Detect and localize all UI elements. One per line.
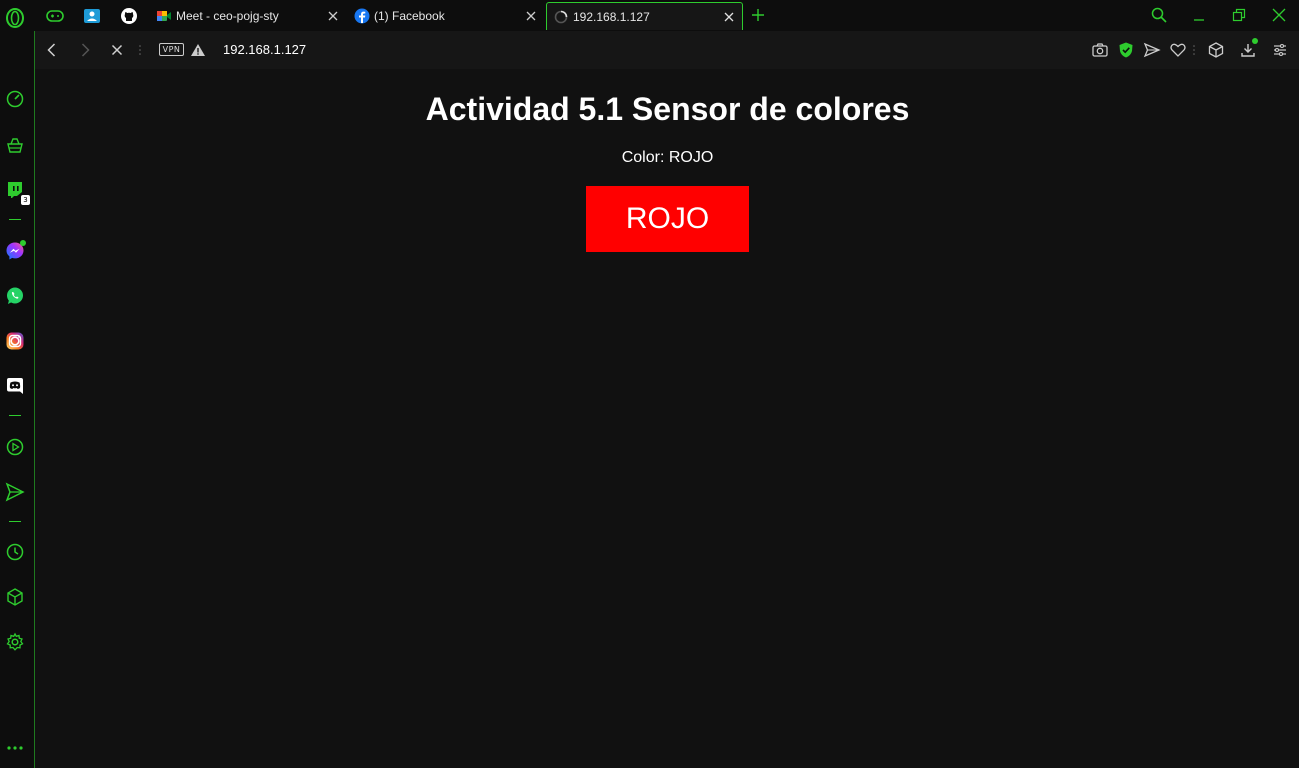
github-icon[interactable]	[118, 5, 140, 27]
game-controller-icon[interactable]	[44, 5, 66, 27]
more-options-icon[interactable]	[5, 738, 25, 758]
contacts-icon[interactable]	[81, 5, 103, 27]
minimize-window-icon[interactable]	[1190, 6, 1208, 24]
speed-dial-icon[interactable]	[5, 89, 25, 109]
settings-gear-icon[interactable]	[5, 632, 25, 652]
back-button-icon[interactable]	[43, 41, 61, 59]
tab-active-page[interactable]: 192.168.1.127	[546, 2, 743, 30]
vpn-button[interactable]: VPN	[159, 43, 184, 56]
url-field[interactable]: 192.168.1.127	[223, 42, 306, 57]
facebook-icon	[354, 8, 370, 24]
extensions-cube-icon[interactable]	[1207, 41, 1225, 59]
shopping-bag-icon[interactable]	[5, 135, 25, 155]
tab-label: Meet - ceo-pojg-sty	[176, 9, 279, 23]
tab-meet[interactable]: Meet - ceo-pojg-sty	[150, 2, 346, 30]
web-page-content: Actividad 5.1 Sensor de colores Color: R…	[36, 69, 1299, 768]
search-tabs-icon[interactable]	[1150, 6, 1168, 24]
history-clock-icon[interactable]	[5, 542, 25, 562]
close-tab-icon[interactable]	[326, 9, 340, 23]
twitch-notification-badge: 3	[21, 195, 30, 205]
sidebar-divider	[9, 521, 21, 522]
send-flow-icon[interactable]	[5, 482, 25, 502]
sidebar-divider	[9, 219, 21, 220]
discord-icon[interactable]	[5, 376, 25, 396]
download-complete-dot	[1252, 38, 1258, 44]
instagram-icon[interactable]	[5, 331, 25, 351]
send-to-flow-icon[interactable]	[1143, 41, 1161, 59]
close-window-icon[interactable]	[1270, 6, 1288, 24]
tab-facebook[interactable]: (1) Facebook	[348, 2, 544, 30]
bookmark-heart-icon[interactable]	[1169, 41, 1187, 59]
loading-spinner-icon	[553, 9, 569, 25]
easy-setup-icon[interactable]	[1271, 41, 1289, 59]
tab-label: (1) Facebook	[374, 9, 445, 23]
sidebar-divider	[9, 415, 21, 416]
tab-bar: Meet - ceo-pojg-sty (1) Facebook 192.168…	[0, 0, 1299, 31]
not-secure-warning-icon[interactable]	[189, 41, 207, 59]
adblock-shield-icon[interactable]	[1117, 41, 1135, 59]
new-tab-button[interactable]	[750, 6, 766, 24]
detected-color-box: ROJO	[586, 186, 749, 252]
opera-menu-icon[interactable]	[5, 8, 25, 28]
close-tab-icon[interactable]	[722, 10, 736, 24]
restore-window-icon[interactable]	[1230, 6, 1248, 24]
close-tab-icon[interactable]	[524, 9, 538, 23]
whatsapp-icon[interactable]	[5, 286, 25, 306]
snapshot-camera-icon[interactable]	[1091, 41, 1109, 59]
page-heading: Actividad 5.1 Sensor de colores	[425, 91, 910, 127]
player-icon[interactable]	[5, 437, 25, 457]
forward-button-icon[interactable]	[76, 41, 94, 59]
messenger-unread-dot	[20, 240, 26, 246]
extensions-cube-icon[interactable]	[5, 587, 25, 607]
stop-loading-icon[interactable]	[108, 41, 126, 59]
address-bar: VPN 192.168.1.127	[35, 31, 1299, 69]
separator-dots-icon	[1193, 44, 1195, 56]
google-meet-icon	[156, 8, 172, 24]
tab-label: 192.168.1.127	[573, 9, 650, 24]
sidebar: 3	[0, 31, 35, 768]
separator-dots-icon	[139, 44, 141, 56]
color-status-text: Color: ROJO	[621, 149, 714, 166]
